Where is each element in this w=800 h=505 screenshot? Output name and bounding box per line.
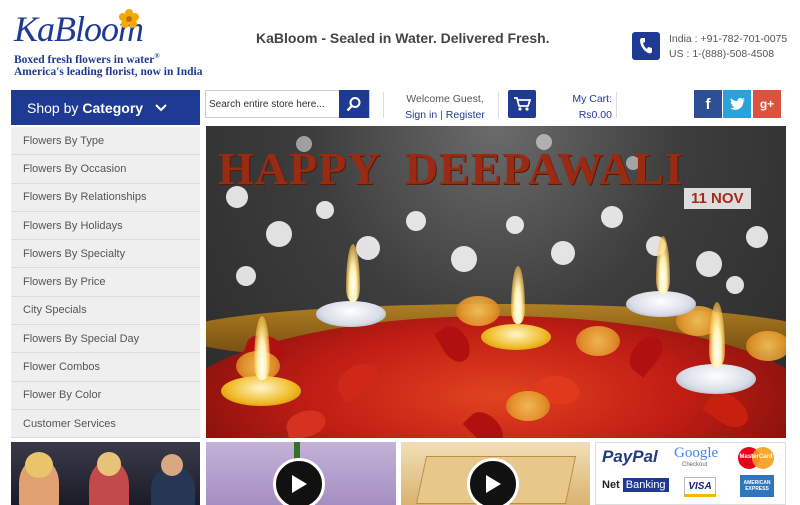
menu-item[interactable]: Flowers By Holidays: [11, 212, 200, 241]
deepawali-banner[interactable]: HAPPY DEEPAWALI 11 NOV: [206, 126, 786, 438]
phone-india: India : +91-782-701-0075: [669, 33, 788, 45]
twitter-icon: [729, 98, 745, 110]
bokeh-light: [551, 241, 575, 265]
search-input[interactable]: [206, 91, 339, 117]
cart-amount: Rs0.00: [578, 109, 612, 121]
google-plus-button[interactable]: g+: [753, 90, 781, 118]
bokeh-light: [236, 266, 256, 286]
google-plus-icon: g+: [759, 97, 775, 111]
news-anchor-head: [161, 454, 183, 476]
cart-button[interactable]: [508, 90, 536, 118]
bokeh-light: [506, 216, 524, 234]
banner-date: 11 NOV: [684, 188, 751, 209]
mastercard-logo: MasterCard: [738, 447, 774, 469]
search-box: [205, 90, 370, 118]
candle-flame: [656, 236, 670, 294]
menu-item[interactable]: Flowers By Specialty: [11, 240, 200, 269]
candle-flame: [511, 266, 525, 324]
marigold-flower: [456, 296, 500, 326]
banner-headline: HAPPY DEEPAWALI: [218, 143, 684, 194]
payment-methods: PayPal Google Checkout MasterCard Net Ba…: [595, 442, 786, 505]
play-icon: [292, 475, 307, 493]
menu-item[interactable]: Flowers By Type: [11, 127, 200, 156]
menu-item[interactable]: Flowers By Relationships: [11, 184, 200, 212]
sign-in-link[interactable]: Sign in: [405, 109, 437, 121]
contact-phones: India : +91-782-701-0075 US : 1-(888)-50…: [669, 32, 787, 62]
category-prefix: Shop by: [27, 99, 79, 116]
bokeh-light: [746, 226, 768, 248]
category-menu: Flowers By Type Flowers By Occasion Flow…: [11, 127, 200, 439]
netbanking-logo: Net Banking: [602, 478, 669, 492]
floating-candle: [676, 364, 756, 394]
play-icon: [486, 475, 501, 493]
press-video-tile[interactable]: [11, 442, 200, 505]
floating-candle: [626, 291, 696, 317]
phone-icon: [632, 32, 660, 60]
video-tile-box[interactable]: [401, 442, 590, 505]
marigold-flower: [746, 331, 786, 361]
shop-by-category-button[interactable]: Shop by Category: [11, 90, 200, 125]
visa-logo: VISA: [684, 477, 716, 497]
google-checkout-logo: Google: [674, 445, 719, 461]
cart-icon: [514, 97, 531, 111]
play-button[interactable]: [273, 458, 325, 505]
bokeh-light: [451, 246, 477, 272]
logo-tagline: America's leading florist, now in India: [14, 65, 203, 78]
chevron-down-icon: [155, 103, 167, 111]
facebook-button[interactable]: f: [694, 90, 722, 118]
phone-us: US : 1-(888)-508-4508: [669, 48, 775, 60]
cart-label: My Cart:: [572, 93, 612, 105]
menu-item[interactable]: Flower Combos: [11, 353, 200, 382]
menu-item[interactable]: Flowers By Price: [11, 268, 200, 297]
paypal-logo: PayPal: [602, 447, 658, 466]
floating-candle: [221, 376, 301, 406]
bokeh-light: [266, 221, 292, 247]
category-label: Category: [82, 99, 144, 116]
site-tagline: KaBloom - Sealed in Water. Delivered Fre…: [256, 30, 550, 46]
amex-logo: AMERICAN EXPRESS: [740, 475, 774, 497]
flower-icon: [119, 9, 139, 28]
divider: [498, 92, 499, 118]
marigold-flower: [506, 391, 550, 421]
menu-item[interactable]: Flower By Color: [11, 382, 200, 410]
menu-item[interactable]: City Specials: [11, 297, 200, 326]
link-divider: |: [440, 109, 443, 121]
news-anchor-head: [97, 452, 121, 476]
twitter-button[interactable]: [723, 90, 751, 118]
search-button[interactable]: [339, 90, 369, 118]
facebook-icon: f: [705, 95, 711, 113]
menu-item[interactable]: Flowers By Special Day: [11, 325, 200, 354]
floating-candle: [316, 301, 386, 327]
bokeh-light: [601, 206, 623, 228]
menu-item[interactable]: Customer Services: [11, 410, 200, 439]
news-anchor-head: [25, 452, 53, 478]
divider: [616, 92, 617, 118]
play-button[interactable]: [467, 458, 519, 505]
floating-candle: [481, 324, 551, 350]
marigold-flower: [576, 326, 620, 356]
bokeh-light: [316, 201, 334, 219]
register-link[interactable]: Register: [446, 109, 485, 121]
search-icon: [346, 97, 361, 112]
divider: [383, 92, 384, 118]
account-area: Welcome Guest, Sign in | Register: [395, 91, 495, 123]
bokeh-light: [696, 251, 722, 277]
logo-wordmark: KaBloom: [14, 9, 144, 49]
cart-summary[interactable]: My Cart: Rs0.00: [560, 91, 612, 123]
google-checkout-sub: Checkout: [682, 462, 708, 468]
bokeh-light: [406, 211, 426, 231]
bokeh-light: [726, 276, 744, 294]
logo-subtitle: Boxed fresh flowers in water®: [14, 52, 160, 66]
menu-item[interactable]: Flowers By Occasion: [11, 155, 200, 184]
kabloom-logo[interactable]: KaBloom Boxed fresh flowers in water® Am…: [14, 9, 204, 78]
bokeh-light: [356, 236, 380, 260]
video-tile-bouquet[interactable]: [206, 442, 396, 505]
welcome-text: Welcome Guest,: [406, 93, 484, 105]
